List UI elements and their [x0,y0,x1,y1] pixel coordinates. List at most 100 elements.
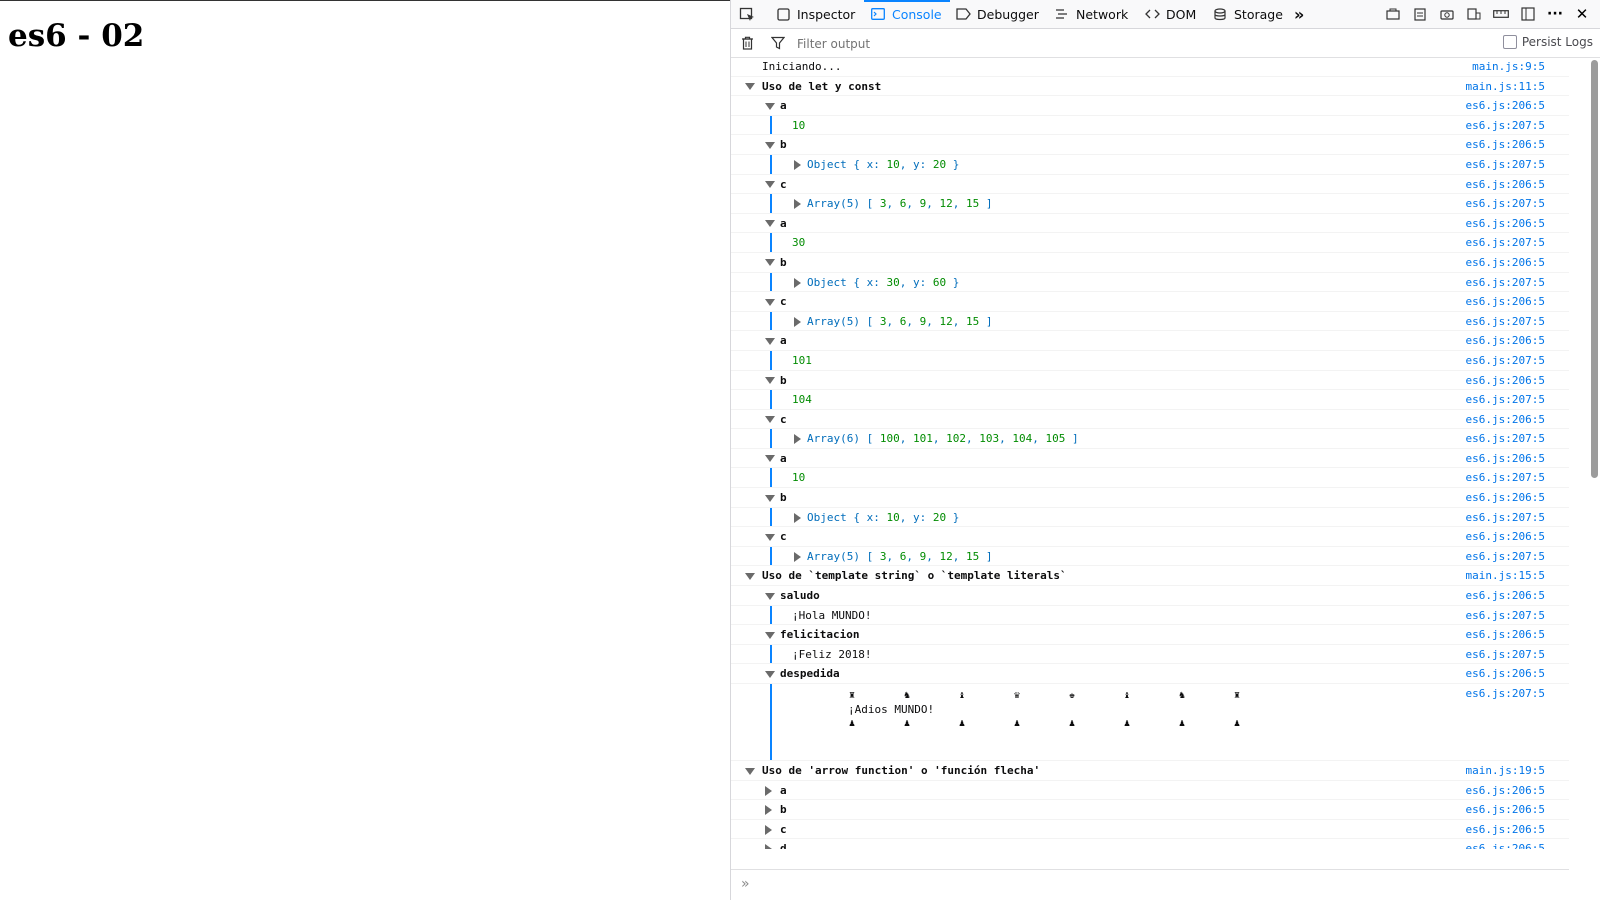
log-location-link[interactable]: main.js:15:5 [1466,566,1545,586]
element-picker-icon[interactable] [739,6,755,22]
tab-debugger[interactable]: Debugger [955,0,1039,28]
log-location-link[interactable]: es6.js:207:5 [1466,390,1545,410]
log-location-link[interactable]: es6.js:207:5 [1466,606,1545,626]
log-subgroup-header[interactable]: c es6.js:206:5 [731,410,1569,430]
log-value[interactable]: Object { x: 10, y: 20 } [807,508,959,528]
log-location-link[interactable]: es6.js:206:5 [1466,664,1545,684]
log-location-link[interactable]: es6.js:207:5 [1466,508,1545,528]
group-toggle[interactable] [765,488,775,508]
log-location-link[interactable]: es6.js:207:5 [1466,547,1545,567]
group-toggle[interactable] [765,253,775,273]
log-subgroup-header[interactable]: a es6.js:206:5 [731,781,1569,801]
log-subgroup-header[interactable]: b es6.js:206:5 [731,488,1569,508]
log-value[interactable]: Array(5) [ 3, 6, 9, 12, 15 ] [807,547,992,567]
clear-console-icon[interactable] [741,35,754,54]
rulers-icon[interactable] [1490,3,1512,25]
log-value[interactable]: Object { x: 30, y: 60 } [807,273,959,293]
group-toggle[interactable] [765,175,775,195]
log-location-link[interactable]: es6.js:206:5 [1466,410,1545,430]
log-subgroup-header[interactable]: a es6.js:206:5 [731,96,1569,116]
log-location-link[interactable]: es6.js:206:5 [1466,820,1545,840]
group-toggle[interactable] [765,135,775,155]
log-group-header[interactable]: Uso de 'arrow function' o 'función flech… [731,761,1569,781]
group-toggle[interactable] [745,77,755,97]
log-subgroup-header[interactable]: a es6.js:206:5 [731,449,1569,469]
log-subgroup-header[interactable]: b es6.js:206:5 [731,800,1569,820]
group-toggle[interactable] [765,586,775,606]
console-input[interactable]: » [731,869,1569,900]
tab-network[interactable]: Network [1054,0,1128,28]
tab-dom[interactable]: DOM [1144,0,1196,28]
log-location-link[interactable]: es6.js:206:5 [1466,800,1545,820]
log-value[interactable]: Array(5) [ 3, 6, 9, 12, 15 ] [807,312,992,332]
log-subgroup-header[interactable]: c es6.js:206:5 [731,527,1569,547]
log-location-link[interactable]: es6.js:207:5 [1466,233,1545,253]
group-toggle[interactable] [765,800,772,820]
persist-logs-checkbox[interactable] [1502,35,1517,49]
log-group-header[interactable]: Uso de `template string` o `template lit… [731,566,1569,587]
log-subgroup-header[interactable]: b es6.js:206:5 [731,135,1569,155]
log-location-link[interactable]: es6.js:207:5 [1466,312,1545,332]
screenshot-icon[interactable] [1436,3,1458,25]
group-toggle[interactable] [765,292,775,312]
split-console-icon[interactable] [1382,3,1404,25]
more-options-icon[interactable]: ··· [1544,3,1566,25]
group-toggle[interactable] [765,839,772,849]
log-location-link[interactable]: main.js:19:5 [1466,761,1545,781]
log-location-link[interactable]: es6.js:207:5 [1466,194,1545,214]
log-location-link[interactable]: es6.js:206:5 [1466,214,1545,234]
log-subgroup-header[interactable]: c es6.js:206:5 [731,820,1569,840]
log-value[interactable]: Object { x: 10, y: 20 } [807,155,959,175]
filter-icon[interactable] [770,35,786,54]
group-toggle[interactable] [765,214,775,234]
log-subgroup-header[interactable]: saludo es6.js:206:5 [731,586,1569,606]
log-location-link[interactable]: es6.js:207:5 [1466,273,1545,293]
log-location-link[interactable]: es6.js:206:5 [1466,292,1545,312]
responsive-design-icon[interactable] [1463,3,1485,25]
log-location-link[interactable]: es6.js:207:5 [1466,645,1545,665]
scratchpad-icon[interactable] [1409,3,1431,25]
array-expander[interactable] [794,547,801,567]
log-location-link[interactable]: es6.js:206:5 [1466,96,1545,116]
log-location-link[interactable]: es6.js:206:5 [1466,371,1545,391]
console-output[interactable]: Iniciando... main.js:9:5 Uso de let y con… [731,57,1569,849]
log-location-link[interactable]: es6.js:206:5 [1466,331,1545,351]
log-subgroup-header[interactable]: c es6.js:206:5 [731,292,1569,312]
array-expander[interactable] [794,194,801,214]
log-subgroup-header[interactable]: b es6.js:206:5 [731,371,1569,391]
log-location-link[interactable]: es6.js:207:5 [1466,155,1545,175]
array-expander[interactable] [794,312,801,332]
dock-side-icon[interactable] [1517,3,1539,25]
log-location-link[interactable]: es6.js:206:5 [1466,253,1545,273]
log-subgroup-header[interactable]: a es6.js:206:5 [731,214,1569,234]
log-subgroup-header[interactable]: despedida es6.js:206:5 [731,664,1569,684]
group-toggle[interactable] [765,820,772,840]
log-location-link[interactable]: es6.js:206:5 [1466,781,1545,801]
filter-input[interactable] [795,33,1399,55]
log-location-link[interactable]: es6.js:207:5 [1466,684,1545,704]
log-location-link[interactable]: es6.js:207:5 [1466,351,1545,371]
group-toggle[interactable] [745,566,755,586]
group-toggle[interactable] [765,527,775,547]
console-scrollbar[interactable] [1591,60,1598,478]
group-toggle[interactable] [765,664,775,684]
object-expander[interactable] [794,155,801,175]
log-location-link[interactable]: main.js:11:5 [1466,77,1545,97]
log-location-link[interactable]: es6.js:206:5 [1466,175,1545,195]
tab-inspector[interactable]: Inspector [775,0,855,28]
array-expander[interactable] [794,429,801,449]
more-tabs-button[interactable]: » [1294,0,1304,28]
log-location-link[interactable]: es6.js:207:5 [1466,429,1545,449]
log-location-link[interactable]: es6.js:206:5 [1466,527,1545,547]
log-location-link[interactable]: es6.js:207:5 [1466,468,1545,488]
persist-logs-toggle[interactable]: Persist Logs [1502,35,1593,49]
log-subgroup-header[interactable]: a es6.js:206:5 [731,331,1569,351]
tab-storage[interactable]: Storage [1212,0,1283,28]
log-value[interactable]: Array(5) [ 3, 6, 9, 12, 15 ] [807,194,992,214]
log-location-link[interactable]: es6.js:206:5 [1466,839,1545,849]
log-location-link[interactable]: es6.js:206:5 [1466,449,1545,469]
group-toggle[interactable] [765,96,775,116]
tab-console[interactable]: Console [864,0,950,28]
group-toggle[interactable] [765,331,775,351]
log-value[interactable]: Array(6) [ 100, 101, 102, 103, 104, 105 … [807,429,1079,449]
